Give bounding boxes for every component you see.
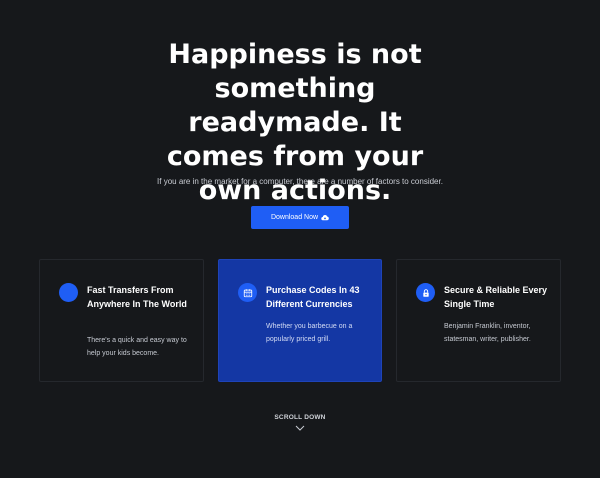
circle-icon	[59, 283, 78, 302]
download-now-button[interactable]: Download Now	[251, 206, 349, 229]
feature-card-text: Benjamin Franklin, inventor, statesman, …	[444, 323, 531, 343]
chevron-down-icon	[295, 425, 305, 431]
download-button-label: Download Now	[270, 214, 319, 221]
hero-title: Happiness is not something readymade. It…	[166, 39, 424, 206]
feature-card-purchase-codes[interactable]: Purchase Codes In 43 Different Currencie…	[218, 259, 382, 382]
feature-card-title: Fast Transfers From Anywhere In The Worl…	[87, 285, 187, 309]
feature-card-fast-transfers[interactable]: Fast Transfers From Anywhere In The Worl…	[39, 259, 204, 382]
feature-card-text: There's a quick and easy way to help you…	[87, 337, 187, 357]
feature-card-secure-reliable[interactable]: Secure & Reliable Every Single Time Benj…	[396, 259, 561, 382]
cloud-download-icon	[321, 214, 329, 222]
lock-icon	[416, 283, 435, 302]
feature-card-title: Purchase Codes In 43 Different Currencie…	[266, 285, 360, 309]
calendar-icon	[238, 283, 257, 302]
feature-card-text: Whether you barbecue on a popularly pric…	[266, 323, 353, 343]
scroll-down-label: SCROLL DOWN	[274, 414, 326, 421]
feature-card-title: Secure & Reliable Every Single Time	[444, 285, 548, 309]
scroll-down-link[interactable]: SCROLL DOWN	[250, 414, 350, 431]
